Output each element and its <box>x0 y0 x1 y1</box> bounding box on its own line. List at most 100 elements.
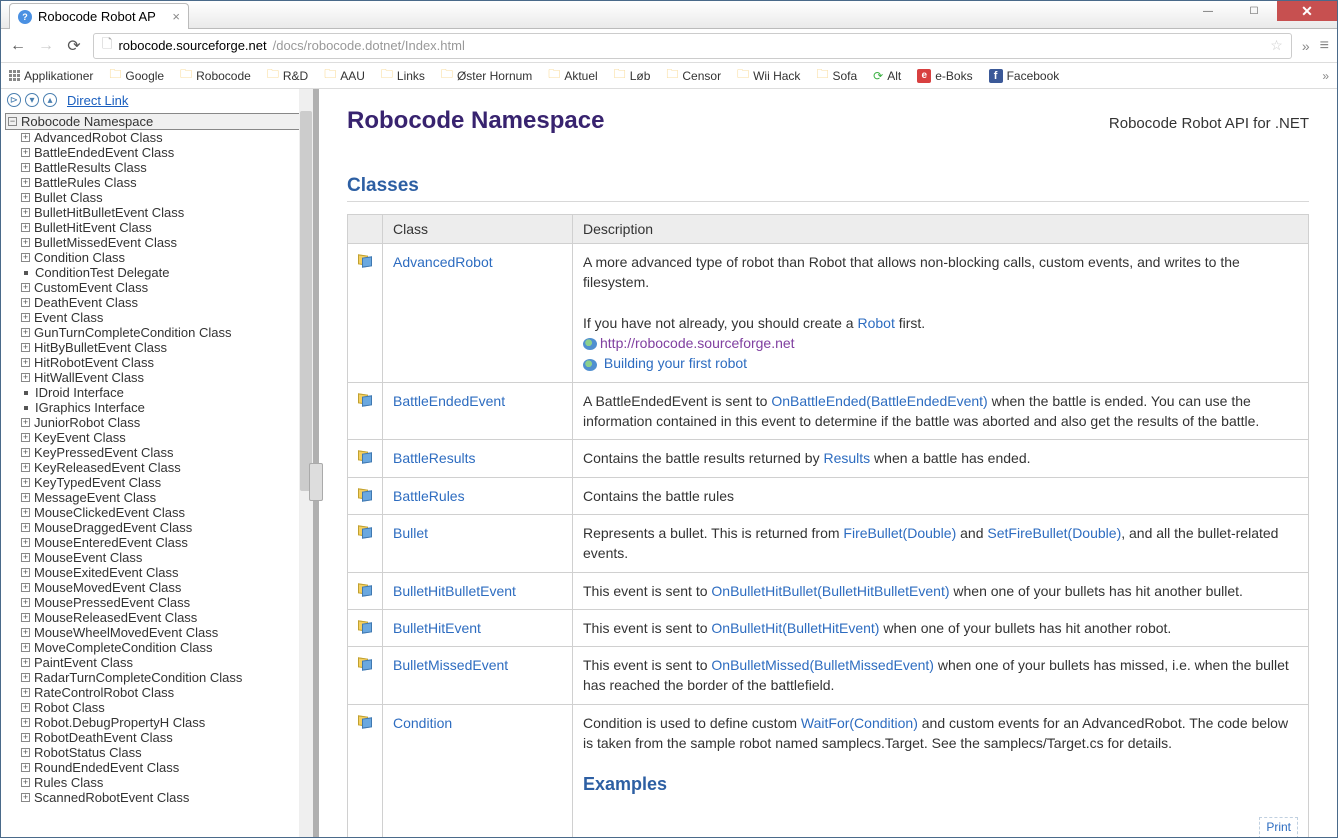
expand-box-icon[interactable]: + <box>21 688 30 697</box>
tree-item[interactable]: +Rules Class <box>19 775 309 790</box>
bm-lob[interactable]: 🗀Løb <box>614 65 651 86</box>
expand-box-icon[interactable]: + <box>21 373 30 382</box>
tree-item[interactable]: +KeyTypedEvent Class <box>19 475 309 490</box>
tree-item[interactable]: +Bullet Class <box>19 190 309 205</box>
print-link[interactable]: Print <box>1259 817 1298 837</box>
expand-box-icon[interactable]: + <box>21 733 30 742</box>
tree-item[interactable]: +BattleEndedEvent Class <box>19 145 309 160</box>
expand-box-icon[interactable]: + <box>21 538 30 547</box>
bm-rd[interactable]: 🗀R&D <box>267 65 308 86</box>
expand-box-icon[interactable]: + <box>21 673 30 682</box>
expand-box-icon[interactable]: + <box>21 178 30 187</box>
inline-link[interactable]: OnBulletMissed(BulletMissedEvent) <box>711 657 934 673</box>
external-link[interactable]: Building your first robot <box>604 355 747 371</box>
expand-box-icon[interactable]: + <box>21 133 30 142</box>
menu-icon[interactable]: ≡ <box>1320 37 1329 55</box>
tree-item[interactable]: +MoveCompleteCondition Class <box>19 640 309 655</box>
expand-box-icon[interactable]: + <box>21 253 30 262</box>
expand-box-icon[interactable]: + <box>21 718 30 727</box>
collapse-box-icon[interactable]: − <box>8 117 17 126</box>
bm-oster[interactable]: 🗀Øster Hornum <box>441 65 532 86</box>
tree-item[interactable]: +RobotStatus Class <box>19 745 309 760</box>
bm-robocode[interactable]: 🗀Robocode <box>180 65 251 86</box>
class-link[interactable]: BattleRules <box>393 488 465 504</box>
tree-item[interactable]: +MousePressedEvent Class <box>19 595 309 610</box>
maximize-button[interactable]: ☐ <box>1231 1 1277 21</box>
bookmarks-overflow[interactable]: » <box>1322 69 1329 83</box>
inline-link[interactable]: Robot <box>857 315 894 331</box>
tree-item[interactable]: +RoundEndedEvent Class <box>19 760 309 775</box>
bm-eboks[interactable]: ee-Boks <box>917 69 972 83</box>
external-link[interactable]: http://robocode.sourceforge.net <box>600 335 795 351</box>
tree-item[interactable]: ConditionTest Delegate <box>19 265 309 280</box>
tab-close-icon[interactable]: × <box>172 9 180 24</box>
bm-censor[interactable]: 🗀Censor <box>666 65 721 86</box>
expand-box-icon[interactable]: + <box>21 598 30 607</box>
bm-aktuel[interactable]: 🗀Aktuel <box>548 65 597 86</box>
expand-up-icon[interactable]: ▴ <box>43 93 57 107</box>
bm-links[interactable]: 🗀Links <box>381 65 425 86</box>
tree-item[interactable]: +MessageEvent Class <box>19 490 309 505</box>
class-link[interactable]: BulletHitEvent <box>393 620 481 636</box>
tree-item[interactable]: +AdvancedRobot Class <box>19 130 309 145</box>
expand-box-icon[interactable]: + <box>21 478 30 487</box>
bm-google[interactable]: 🗀Google <box>109 65 164 86</box>
tree-item[interactable]: +ScannedRobotEvent Class <box>19 790 309 805</box>
tree-item[interactable]: +JuniorRobot Class <box>19 415 309 430</box>
tree-item[interactable]: +DeathEvent Class <box>19 295 309 310</box>
overflow-icon[interactable]: » <box>1302 38 1310 54</box>
inline-link[interactable]: OnBattleEnded(BattleEndedEvent) <box>771 393 987 409</box>
tree-item[interactable]: +MouseExitedEvent Class <box>19 565 309 580</box>
tree-item[interactable]: +Condition Class <box>19 250 309 265</box>
tree-item[interactable]: IGraphics Interface <box>19 400 309 415</box>
tree-item[interactable]: +KeyPressedEvent Class <box>19 445 309 460</box>
tree-item[interactable]: +Robot Class <box>19 700 309 715</box>
class-link[interactable]: BattleResults <box>393 450 475 466</box>
class-link[interactable]: Condition <box>393 715 452 731</box>
tree-item[interactable]: +BattleResults Class <box>19 160 309 175</box>
expand-box-icon[interactable]: + <box>21 493 30 502</box>
expand-box-icon[interactable]: + <box>21 523 30 532</box>
class-link[interactable]: BulletMissedEvent <box>393 657 508 673</box>
inline-link[interactable]: OnBulletHit(BulletHitEvent) <box>711 620 879 636</box>
inline-link[interactable]: SetFireBullet(Double) <box>987 525 1121 541</box>
apps-button[interactable]: Applikationer <box>9 69 93 83</box>
tree-item[interactable]: +MouseWheelMovedEvent Class <box>19 625 309 640</box>
bm-facebook[interactable]: fFacebook <box>989 69 1060 83</box>
expand-box-icon[interactable]: + <box>21 313 30 322</box>
inline-link[interactable]: WaitFor(Condition) <box>801 715 918 731</box>
close-button[interactable]: ✕ <box>1277 1 1337 21</box>
tree-item[interactable]: +RateControlRobot Class <box>19 685 309 700</box>
expand-box-icon[interactable]: + <box>21 658 30 667</box>
browser-tab[interactable]: ? Robocode Robot AP × <box>9 3 189 29</box>
inline-link[interactable]: OnBulletHitBullet(BulletHitBulletEvent) <box>711 583 949 599</box>
expand-box-icon[interactable]: + <box>21 208 30 217</box>
expand-box-icon[interactable]: + <box>21 643 30 652</box>
bm-sofa[interactable]: 🗀Sofa <box>816 65 857 86</box>
tree-item[interactable]: +RobotDeathEvent Class <box>19 730 309 745</box>
tree-item[interactable]: +MouseReleasedEvent Class <box>19 610 309 625</box>
inline-link[interactable]: Results <box>823 450 870 466</box>
expand-box-icon[interactable]: + <box>21 583 30 592</box>
tree-item[interactable]: +MouseEvent Class <box>19 550 309 565</box>
tree-item[interactable]: IDroid Interface <box>19 385 309 400</box>
expand-box-icon[interactable]: + <box>21 193 30 202</box>
tree-item[interactable]: +MouseEnteredEvent Class <box>19 535 309 550</box>
collapse-icon[interactable]: ⊳ <box>7 93 21 107</box>
expand-box-icon[interactable]: + <box>21 328 30 337</box>
expand-box-icon[interactable]: + <box>21 703 30 712</box>
expand-box-icon[interactable]: + <box>21 793 30 802</box>
expand-box-icon[interactable]: + <box>21 508 30 517</box>
tree-item[interactable]: +HitByBulletEvent Class <box>19 340 309 355</box>
class-link[interactable]: Bullet <box>393 525 428 541</box>
expand-box-icon[interactable]: + <box>21 418 30 427</box>
tree-root[interactable]: −Robocode Namespace <box>5 113 309 130</box>
bm-aau[interactable]: 🗀AAU <box>324 65 365 86</box>
tree-item[interactable]: +MouseClickedEvent Class <box>19 505 309 520</box>
expand-box-icon[interactable]: + <box>21 343 30 352</box>
tree-item[interactable]: +MouseMovedEvent Class <box>19 580 309 595</box>
tree-item[interactable]: +MouseDraggedEvent Class <box>19 520 309 535</box>
bookmark-star-icon[interactable]: ☆ <box>1270 37 1283 54</box>
forward-button[interactable]: → <box>37 37 55 55</box>
expand-box-icon[interactable]: + <box>21 763 30 772</box>
